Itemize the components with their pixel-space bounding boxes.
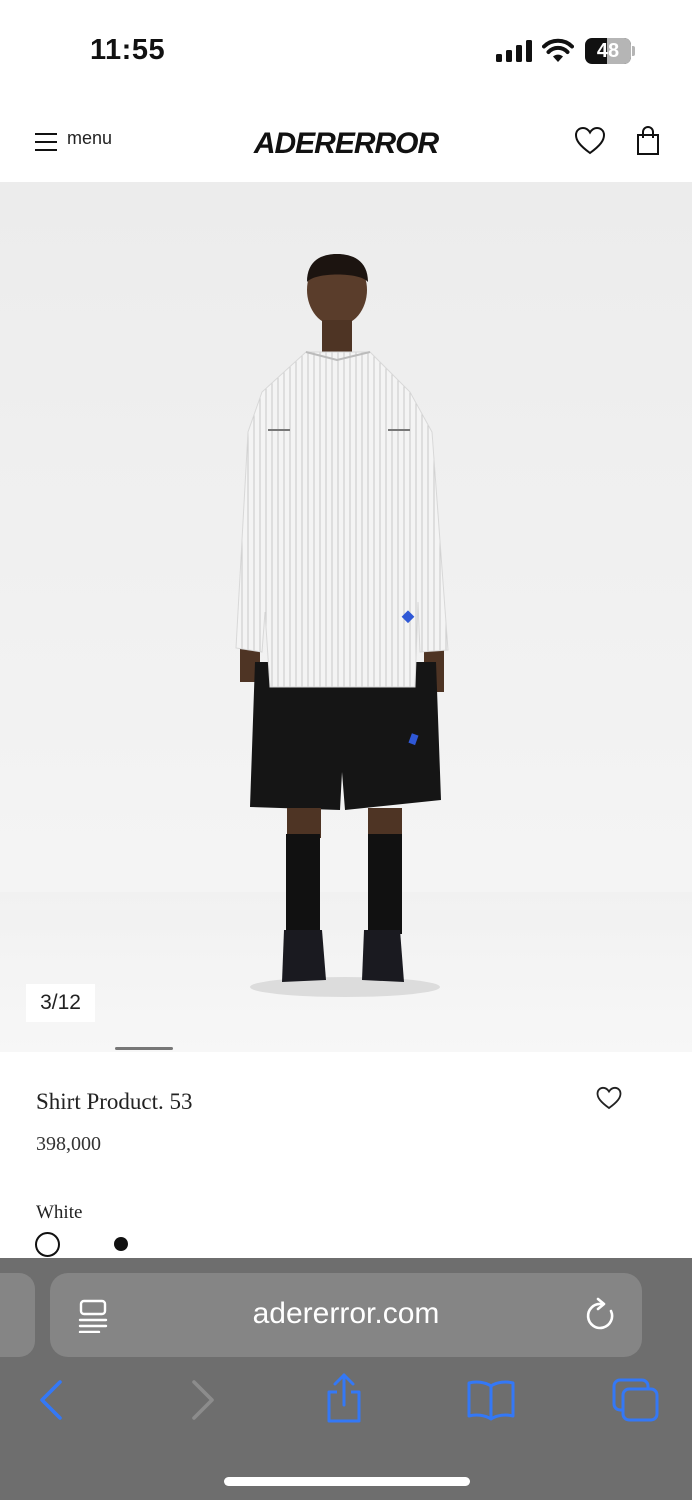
site-header: menu ADERERROR bbox=[0, 100, 692, 182]
image-counter: 3/12 bbox=[26, 984, 95, 1022]
shopping-bag-icon[interactable] bbox=[636, 126, 660, 156]
back-icon[interactable] bbox=[36, 1376, 66, 1424]
model-photo bbox=[235, 254, 449, 997]
tabs-icon[interactable] bbox=[612, 1376, 660, 1424]
gallery-scroll-indicator bbox=[115, 1047, 173, 1050]
add-to-wishlist-heart-icon[interactable] bbox=[596, 1086, 622, 1110]
selected-color-label: White bbox=[36, 1202, 83, 1223]
cellular-signal-icon bbox=[496, 40, 532, 62]
address-bar[interactable]: adererror.com bbox=[50, 1273, 642, 1357]
browser-toolbar: adererror.com bbox=[0, 1258, 692, 1500]
bookmarks-icon[interactable] bbox=[466, 1376, 516, 1424]
product-price: 398,000 bbox=[36, 1133, 101, 1155]
color-swatch-black[interactable] bbox=[114, 1237, 128, 1251]
wifi-icon bbox=[542, 38, 574, 62]
battery-icon: 48 bbox=[585, 38, 635, 64]
previous-tab-peek[interactable] bbox=[0, 1273, 35, 1357]
forward-icon[interactable] bbox=[188, 1376, 218, 1424]
product-name: Shirt Product. 53 bbox=[36, 1089, 193, 1114]
wishlist-heart-icon[interactable] bbox=[574, 126, 606, 156]
reload-icon[interactable] bbox=[584, 1297, 618, 1333]
product-image-gallery[interactable]: 3/12 bbox=[0, 182, 692, 1052]
status-time: 11:55 bbox=[90, 34, 166, 66]
url-text[interactable]: adererror.com bbox=[50, 1297, 642, 1331]
home-indicator bbox=[224, 1477, 470, 1486]
status-bar: 11:55 48 bbox=[0, 0, 692, 100]
battery-level: 48 bbox=[596, 40, 620, 62]
color-swatch-white[interactable] bbox=[35, 1232, 60, 1257]
share-icon[interactable] bbox=[324, 1372, 364, 1424]
